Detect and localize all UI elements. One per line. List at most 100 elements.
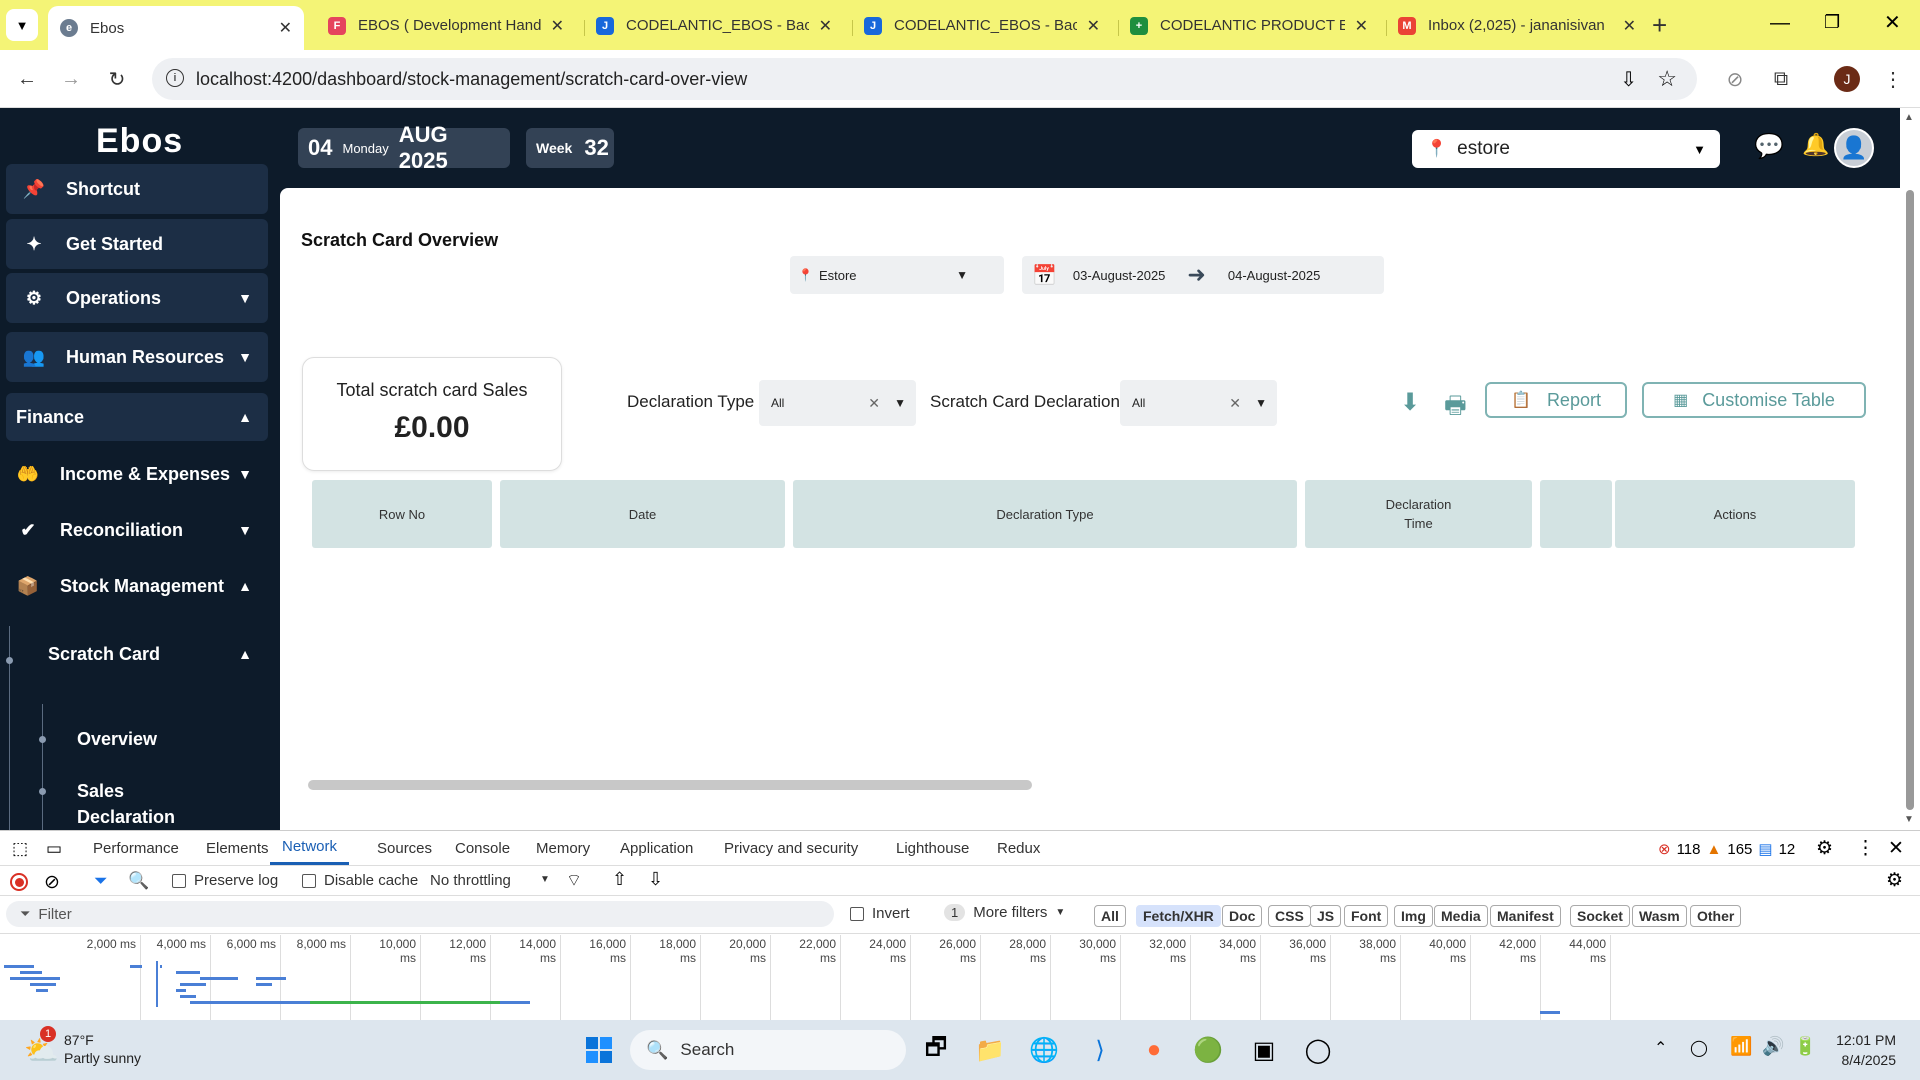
timeline-tick-label: 38,000 ms (1359, 937, 1396, 965)
close-tab-icon[interactable]: ✕ (1623, 16, 1636, 36)
sparkle-icon: ✦ (26, 233, 42, 254)
sidebar-item-reconciliation[interactable]: ✔ Reconciliation ▼ (0, 508, 278, 552)
sidebar-item-overview[interactable]: Overview (77, 722, 277, 756)
gmail-favicon-icon: M (1398, 16, 1416, 35)
intellij-icon[interactable]: ▣ (1246, 1032, 1282, 1068)
battery-icon[interactable]: 🔋 (1794, 1036, 1816, 1057)
sidebar-item-stock-management[interactable]: 📦 Stock Management ▲ (0, 564, 278, 608)
new-tab-icon[interactable]: + (1652, 10, 1667, 41)
declaration-type-select[interactable]: All ✕ ▼ (759, 380, 916, 426)
profile-avatar[interactable]: J (1834, 66, 1860, 92)
chrome-icon[interactable]: 🟢 (1190, 1032, 1226, 1068)
date-weekday: Monday (342, 140, 389, 156)
store-select[interactable]: 📍 estore ▼ (1412, 130, 1720, 168)
column-header-actions[interactable]: Actions (1615, 480, 1855, 548)
tray-app-icon[interactable]: ◯ (1690, 1038, 1708, 1058)
scratch-declaration-select[interactable]: All ✕ ▼ (1120, 380, 1277, 426)
store-filter-select[interactable]: 📍 Estore ▼ (790, 256, 1004, 294)
close-tab-icon[interactable]: ✕ (819, 16, 832, 36)
customise-table-button[interactable]: ▦ Customise Table (1642, 382, 1866, 418)
close-tab-icon[interactable]: ✕ (1355, 16, 1368, 36)
browser-tab-gmail[interactable]: M Inbox (2,025) - jananisivan ✕ (1386, 9, 1648, 42)
browser-tab-jira-1[interactable]: J CODELANTIC_EBOS - Backl ✕ (584, 9, 844, 42)
timeline-gridline (560, 935, 561, 1021)
weather-widget[interactable]: ⛅ 1 87°F Partly sunny (24, 1026, 164, 1072)
browser-tab-jira-2[interactable]: J CODELANTIC_EBOS - Backl ✕ (852, 9, 1112, 42)
timeline-tick-label: 12,000 ms (449, 937, 486, 965)
caret-down-icon[interactable]: ▼ (1255, 396, 1267, 410)
calendar-icon: 📅 (1032, 264, 1057, 287)
horizontal-scrollbar-thumb[interactable] (308, 780, 1032, 790)
volume-icon[interactable]: 🔊 (1762, 1036, 1784, 1057)
browser-menu-icon[interactable]: ⋮ (1878, 64, 1908, 94)
close-tab-icon[interactable]: ✕ (551, 16, 564, 36)
tab-search-button[interactable]: ▼ (6, 9, 38, 41)
file-explorer-icon[interactable]: 📁 (972, 1032, 1008, 1068)
column-header-blank[interactable] (1540, 480, 1612, 548)
forward-arrow-icon[interactable]: → (56, 64, 86, 94)
bookmark-star-icon[interactable]: ☆ (1657, 66, 1677, 92)
browser-tab-ebos-handbook[interactable]: F EBOS ( Development Hand ✕ (316, 9, 576, 42)
extension-compass-icon[interactable]: ⊘ (1720, 64, 1750, 94)
browser-tab-sheets[interactable]: + CODELANTIC PRODUCT EN ✕ (1118, 9, 1380, 42)
column-header-declaration-time[interactable]: Declaration Time (1305, 480, 1532, 548)
column-header-date[interactable]: Date (500, 480, 785, 548)
restore-window-icon[interactable]: ❐ (1824, 12, 1840, 33)
postman-icon[interactable]: ● (1136, 1032, 1172, 1068)
sidebar-item-sales-declaration[interactable]: Sales Declaration (77, 774, 277, 830)
timeline-tick-label: 24,000 ms (869, 937, 906, 965)
reload-icon[interactable]: ↻ (102, 64, 132, 94)
sidebar-item-operations[interactable]: ⚙ Operations ▼ (6, 273, 268, 323)
clock[interactable]: 12:01 PM 8/4/2025 (1826, 1030, 1896, 1070)
site-info-icon[interactable]: i (166, 69, 184, 87)
caret-down-icon[interactable]: ▼ (894, 396, 906, 410)
timeline-tick-label: 20,000 ms (729, 937, 766, 965)
sidebar-item-income-expenses[interactable]: 🤲 Income & Expenses ▼ (0, 452, 278, 496)
sidebar-item-shortcut[interactable]: 📌 Shortcut (6, 164, 268, 214)
column-header-row-no[interactable]: Row No (312, 480, 492, 548)
browser-tab-ebos[interactable]: e Ebos ✕ (48, 6, 304, 50)
data-table-header: Row No Date Declaration Type Declaration… (312, 480, 1858, 548)
notification-bell-icon[interactable]: 🔔 (1802, 132, 1829, 158)
address-bar[interactable]: i localhost:4200/dashboard/stock-managem… (152, 58, 1697, 100)
column-header-declaration-type[interactable]: Declaration Type (793, 480, 1297, 548)
network-timeline-overview[interactable]: 2,000 ms 4,000 ms 6,000 ms 8,000 ms 10,000 m… (0, 831, 1920, 1021)
scroll-up-arrow-icon[interactable]: ▲ (1904, 112, 1914, 123)
timeline-gridline (840, 935, 841, 1021)
chrome-profile-icon[interactable]: 🌐 (1026, 1032, 1062, 1068)
close-tab-icon[interactable]: ✕ (279, 18, 292, 38)
extensions-puzzle-icon[interactable]: ⧉ (1766, 64, 1796, 94)
app-ring-icon[interactable]: ◯ (1300, 1032, 1336, 1068)
back-arrow-icon[interactable]: ← (12, 64, 42, 94)
taskbar-search-box[interactable]: 🔍 Search (630, 1030, 906, 1070)
close-window-icon[interactable]: ✕ (1884, 10, 1901, 35)
sidebar-item-scratch-card[interactable]: Scratch Card ▲ (48, 632, 278, 676)
store-select-value: estore (1457, 138, 1510, 159)
chat-icon[interactable]: 💬 (1754, 132, 1784, 161)
sidebar-item-human-resources[interactable]: 👥 Human Resources ▼ (6, 332, 268, 382)
windows-start-icon[interactable] (581, 1032, 617, 1068)
timeline-tick-label: 16,000 ms (589, 937, 626, 965)
task-view-icon[interactable]: 🗗 (918, 1032, 954, 1068)
vscode-icon[interactable]: ⟩ (1082, 1032, 1118, 1068)
scratch-declaration-label: Scratch Card Declaration (930, 392, 1120, 411)
wifi-icon[interactable]: 📶 (1730, 1036, 1752, 1057)
sidebar-item-finance[interactable]: Finance ▲ (6, 393, 268, 441)
report-button[interactable]: 📋 Report (1485, 382, 1627, 418)
scrollbar-thumb[interactable] (1906, 190, 1914, 810)
page-scrollbar[interactable]: ▲ ▼ (1900, 108, 1920, 830)
tray-chevron-up-icon[interactable]: ⌃ (1654, 1038, 1667, 1058)
install-app-icon[interactable]: ⇩ (1620, 67, 1637, 92)
request-bar (10, 977, 60, 980)
close-tab-icon[interactable]: ✕ (1087, 16, 1100, 36)
clear-icon[interactable]: ✕ (868, 395, 880, 412)
clear-icon[interactable]: ✕ (1229, 395, 1241, 412)
user-avatar[interactable]: 👤 (1834, 128, 1874, 168)
print-icon[interactable]: 🖶 (1444, 388, 1467, 429)
download-icon[interactable]: ⬇ (1400, 388, 1420, 417)
date-range-picker[interactable]: 📅 03-August-2025 ➜ 04-August-2025 (1022, 256, 1384, 294)
request-bar (176, 989, 186, 992)
sidebar-item-get-started[interactable]: ✦ Get Started (6, 219, 268, 269)
scroll-down-arrow-icon[interactable]: ▼ (1904, 814, 1914, 825)
minimize-window-icon[interactable]: — (1770, 12, 1790, 35)
